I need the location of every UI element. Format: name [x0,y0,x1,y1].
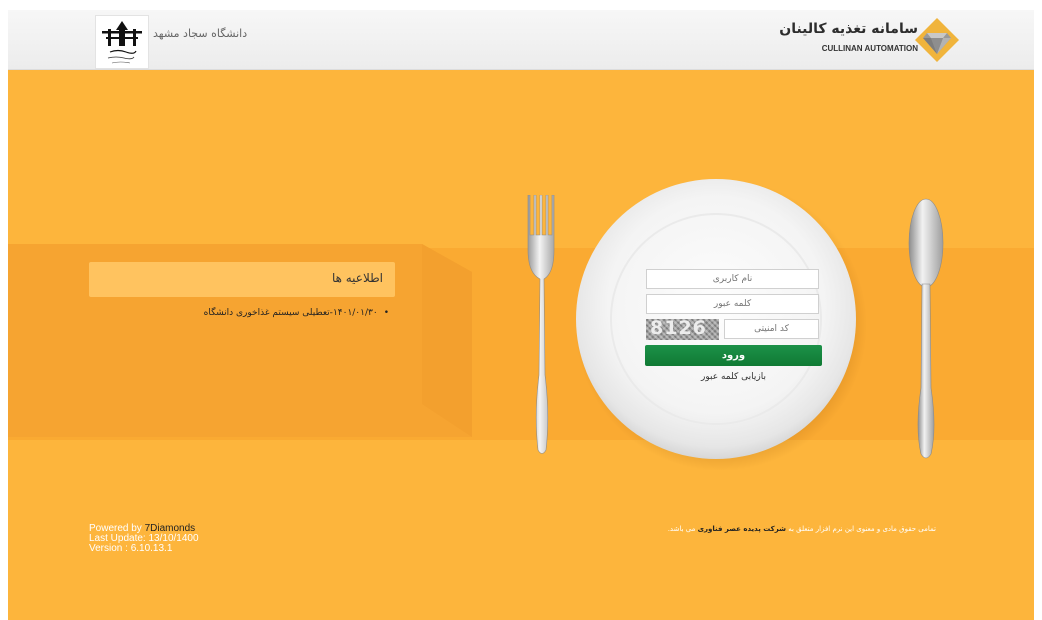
page-frame: سامانه تغذیه کالینان CULLINAN AUTOMATION… [8,10,1034,620]
footer-info: Powered by 7Diamonds Last Update: 13/10/… [89,524,199,554]
forgot-password-link[interactable]: بازیابی کلمه عبور [645,372,822,382]
university-logo [95,15,149,69]
notice-item-text: ۱۴۰۱/۰۱/۳۰-تعطیلی سیستم غذاخوری دانشگاه [203,308,378,318]
captcha-image: 8126 [646,319,719,340]
copyright: تمامی حقوق مادی و معنوی این نرم افزار مت… [667,525,936,533]
password-input[interactable] [646,294,819,314]
university-name: دانشگاه سجاد مشهد [153,27,248,40]
fork-graphic [527,195,555,454]
brand-title: سامانه تغذیه کالینان [779,21,918,37]
bullet-icon: • [383,308,389,318]
username-input[interactable] [646,269,819,289]
captcha-code: 8126 [650,319,707,339]
header: سامانه تغذیه کالینان CULLINAN AUTOMATION… [8,10,1034,70]
main-area: اطلاعیه ها • ۱۴۰۱/۰۱/۳۰-تعطیلی سیستم غذاخ… [8,70,1034,620]
notice-item[interactable]: • ۱۴۰۱/۰۱/۳۰-تعطیلی سیستم غذاخوری دانشگاه [204,308,389,318]
version: Version : 6.10.13.1 [89,543,173,554]
login-button[interactable]: ورود [645,345,822,366]
diamond-icon [915,18,959,62]
notice-header: اطلاعیه ها [89,262,395,297]
notice-panel-arrow [412,244,472,437]
brand-subtitle: CULLINAN AUTOMATION [821,44,918,53]
copyright-company: شرکت پدیده عصر فناوری [697,525,786,533]
captcha-input[interactable] [724,319,819,339]
spoon-graphic [908,198,944,459]
notice-title: اطلاعیه ها [331,271,383,285]
